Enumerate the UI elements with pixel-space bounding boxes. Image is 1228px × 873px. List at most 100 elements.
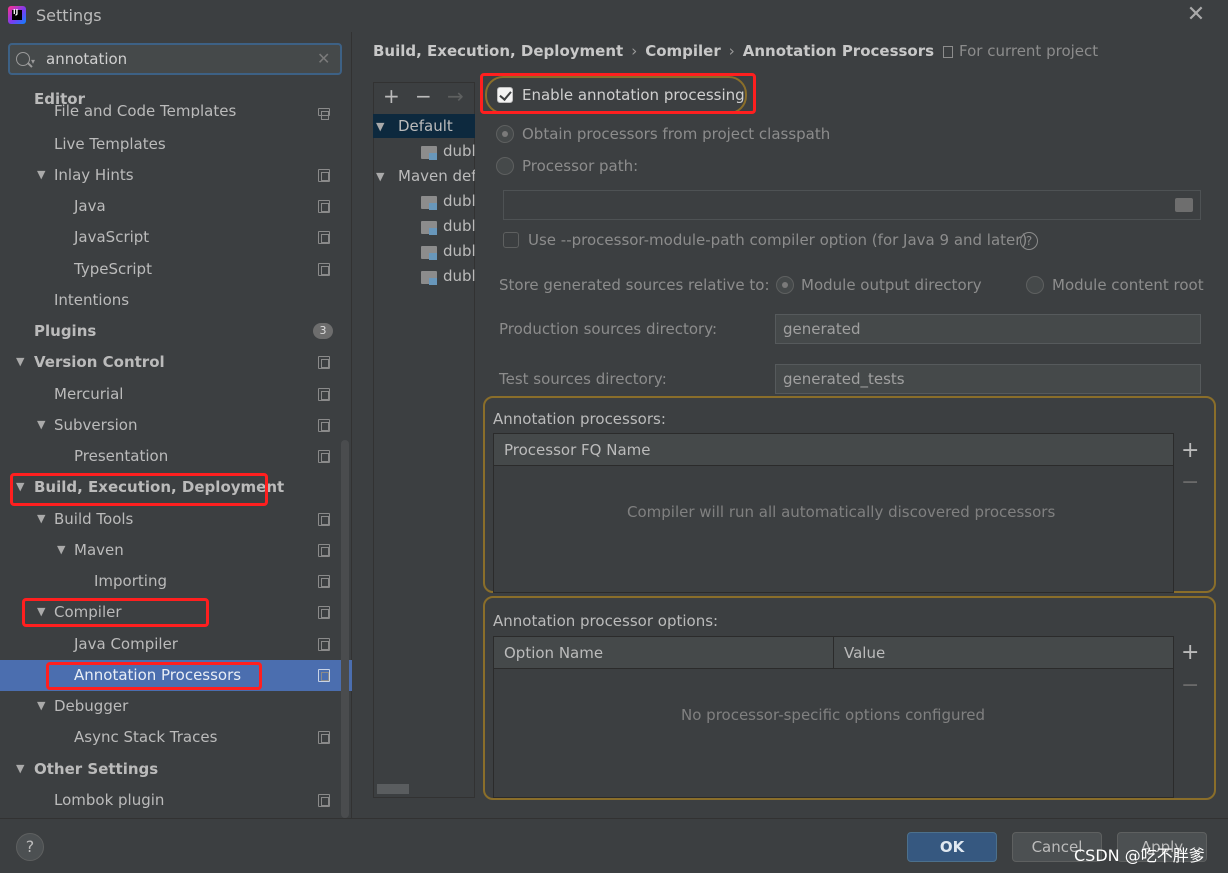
processor-path-field[interactable] — [503, 190, 1201, 220]
expand-arrow-icon[interactable]: ▼ — [37, 168, 45, 181]
csdn-watermark: CSDN @吃不胖爹 — [1074, 846, 1205, 865]
help-button[interactable]: ? — [16, 833, 44, 861]
processor-fq-name-header[interactable]: Processor FQ Name — [494, 434, 1173, 466]
sidebar-item-maven[interactable]: Maven — [74, 535, 124, 566]
module-content-root-label[interactable]: Module content root — [1052, 276, 1204, 294]
profile-label[interactable]: Default — [398, 117, 453, 135]
sidebar-item-plugins[interactable]: Plugins — [34, 316, 96, 347]
search-icon — [16, 52, 30, 66]
profiles-horizontal-scrollbar[interactable] — [377, 784, 409, 794]
module-label[interactable]: dubl — [443, 192, 475, 210]
sidebar-item-javascript[interactable]: JavaScript — [74, 222, 149, 253]
option-name-header[interactable]: Option Name — [494, 637, 834, 669]
processor-module-path-label[interactable]: Use --processor-module-path compiler opt… — [528, 231, 1027, 249]
module-output-radio[interactable] — [776, 276, 794, 294]
search-options-chevron-icon[interactable]: ▾ — [31, 57, 35, 66]
close-icon[interactable]: ✕ — [1186, 4, 1206, 26]
module-label[interactable]: dubl — [443, 242, 475, 260]
breadcrumb: Build, Execution, Deployment › Compiler › An… — [373, 42, 934, 60]
move-module-button[interactable]: → — [447, 84, 464, 108]
breadcrumb-separator: › — [728, 42, 735, 60]
processor-path-radio[interactable] — [496, 157, 514, 175]
sidebar-item-java[interactable]: Java — [74, 191, 106, 222]
profile-label[interactable]: Maven def — [398, 167, 475, 185]
title-bar — [0, 0, 1228, 32]
processor-path-label[interactable]: Processor path: — [522, 157, 638, 175]
scope-label: For current project — [959, 42, 1099, 60]
highlight-annotation-processors — [46, 662, 262, 690]
breadcrumb-item: Annotation Processors — [742, 42, 935, 60]
sidebar-item-live-templates[interactable]: Live Templates — [54, 129, 166, 160]
expand-arrow-icon[interactable]: ▼ — [376, 170, 384, 183]
help-icon[interactable]: ? — [1020, 232, 1038, 250]
annotation-processors-title: Annotation processors: — [493, 410, 666, 428]
sidebar-item-async-stack-traces[interactable]: Async Stack Traces — [74, 722, 217, 753]
search-input-value[interactable]: annotation — [46, 50, 127, 68]
remove-profile-button[interactable]: − — [415, 84, 432, 108]
sidebar-item-version-control[interactable]: Version Control — [34, 347, 165, 378]
highlight-enable-annotation-processing — [480, 73, 756, 114]
expand-arrow-icon[interactable]: ▼ — [16, 355, 24, 368]
add-option-button[interactable]: + — [1181, 640, 1199, 665]
project-scope-icon — [318, 450, 330, 463]
project-scope-icon — [318, 419, 330, 432]
sidebar-item-typescript[interactable]: TypeScript — [74, 254, 152, 285]
expand-arrow-icon[interactable]: ▼ — [37, 418, 45, 431]
project-scope-icon — [318, 231, 330, 244]
project-scope-icon — [318, 794, 330, 807]
processor-module-path-checkbox[interactable] — [503, 232, 519, 248]
expand-arrow-icon[interactable]: ▼ — [37, 699, 45, 712]
sidebar-item-intentions[interactable]: Intentions — [54, 285, 129, 316]
project-scope-icon — [318, 638, 330, 651]
sidebar-scrollbar[interactable] — [341, 440, 349, 818]
remove-option-button[interactable]: − — [1181, 673, 1199, 698]
value-header[interactable]: Value — [834, 637, 1173, 669]
add-processor-button[interactable]: + — [1181, 438, 1199, 463]
folder-browse-icon[interactable] — [1175, 198, 1193, 212]
sidebar-item-java-compiler[interactable]: Java Compiler — [74, 629, 178, 660]
production-sources-field[interactable]: generated — [775, 314, 1201, 344]
breadcrumb-item[interactable]: Build, Execution, Deployment — [373, 42, 623, 60]
remove-processor-button[interactable]: − — [1181, 470, 1199, 495]
sidebar-item-inlay-hints[interactable]: Inlay Hints — [54, 160, 134, 191]
sidebar-item-mercurial[interactable]: Mercurial — [54, 379, 123, 410]
project-scope-icon — [318, 544, 330, 557]
expand-arrow-icon[interactable]: ▼ — [57, 543, 65, 556]
sidebar-item-editor[interactable]: Editor — [34, 84, 85, 115]
project-scope-icon — [318, 263, 330, 276]
module-label[interactable]: dubl — [443, 142, 475, 160]
project-scope-icon — [318, 669, 330, 682]
intellij-app-icon: IJ — [8, 6, 26, 24]
module-folder-icon — [421, 196, 437, 210]
expand-arrow-icon[interactable]: ▼ — [37, 512, 45, 525]
project-scope-icon — [318, 575, 330, 588]
module-folder-icon — [421, 271, 437, 285]
sidebar-item-debugger[interactable]: Debugger — [54, 691, 128, 722]
module-label[interactable]: dubl — [443, 217, 475, 235]
breadcrumb-item[interactable]: Compiler — [645, 42, 721, 60]
expand-arrow-icon[interactable]: ▼ — [376, 120, 384, 133]
sidebar-item-presentation[interactable]: Presentation — [74, 441, 168, 472]
add-profile-button[interactable]: + — [383, 84, 400, 108]
profiles-panel — [373, 82, 475, 798]
test-sources-label: Test sources directory: — [499, 370, 667, 388]
sidebar-item-subversion[interactable]: Subversion — [54, 410, 138, 441]
module-content-root-radio[interactable] — [1026, 276, 1044, 294]
expand-arrow-icon[interactable]: ▼ — [16, 762, 24, 775]
clear-search-icon[interactable]: ✕ — [317, 49, 330, 68]
ok-button[interactable]: OK — [907, 832, 997, 862]
highlight-build-execution-deployment — [10, 473, 268, 506]
project-scope-icon — [318, 388, 330, 401]
project-scope-icon — [318, 108, 330, 120]
module-label[interactable]: dubl — [443, 267, 475, 285]
obtain-from-classpath-radio[interactable] — [496, 125, 514, 143]
module-output-label[interactable]: Module output directory — [801, 276, 982, 294]
sidebar-item-other-settings[interactable]: Other Settings — [34, 754, 158, 785]
sidebar-item-build-tools[interactable]: Build Tools — [54, 504, 133, 535]
test-sources-field[interactable]: generated_tests — [775, 364, 1201, 394]
settings-sidebar — [0, 32, 352, 818]
sidebar-item-importing[interactable]: Importing — [94, 566, 167, 597]
obtain-from-classpath-label[interactable]: Obtain processors from project classpath — [522, 125, 830, 143]
options-empty-text: No processor-specific options configured — [681, 706, 986, 724]
sidebar-item-lombok-plugin[interactable]: Lombok plugin — [54, 785, 164, 816]
